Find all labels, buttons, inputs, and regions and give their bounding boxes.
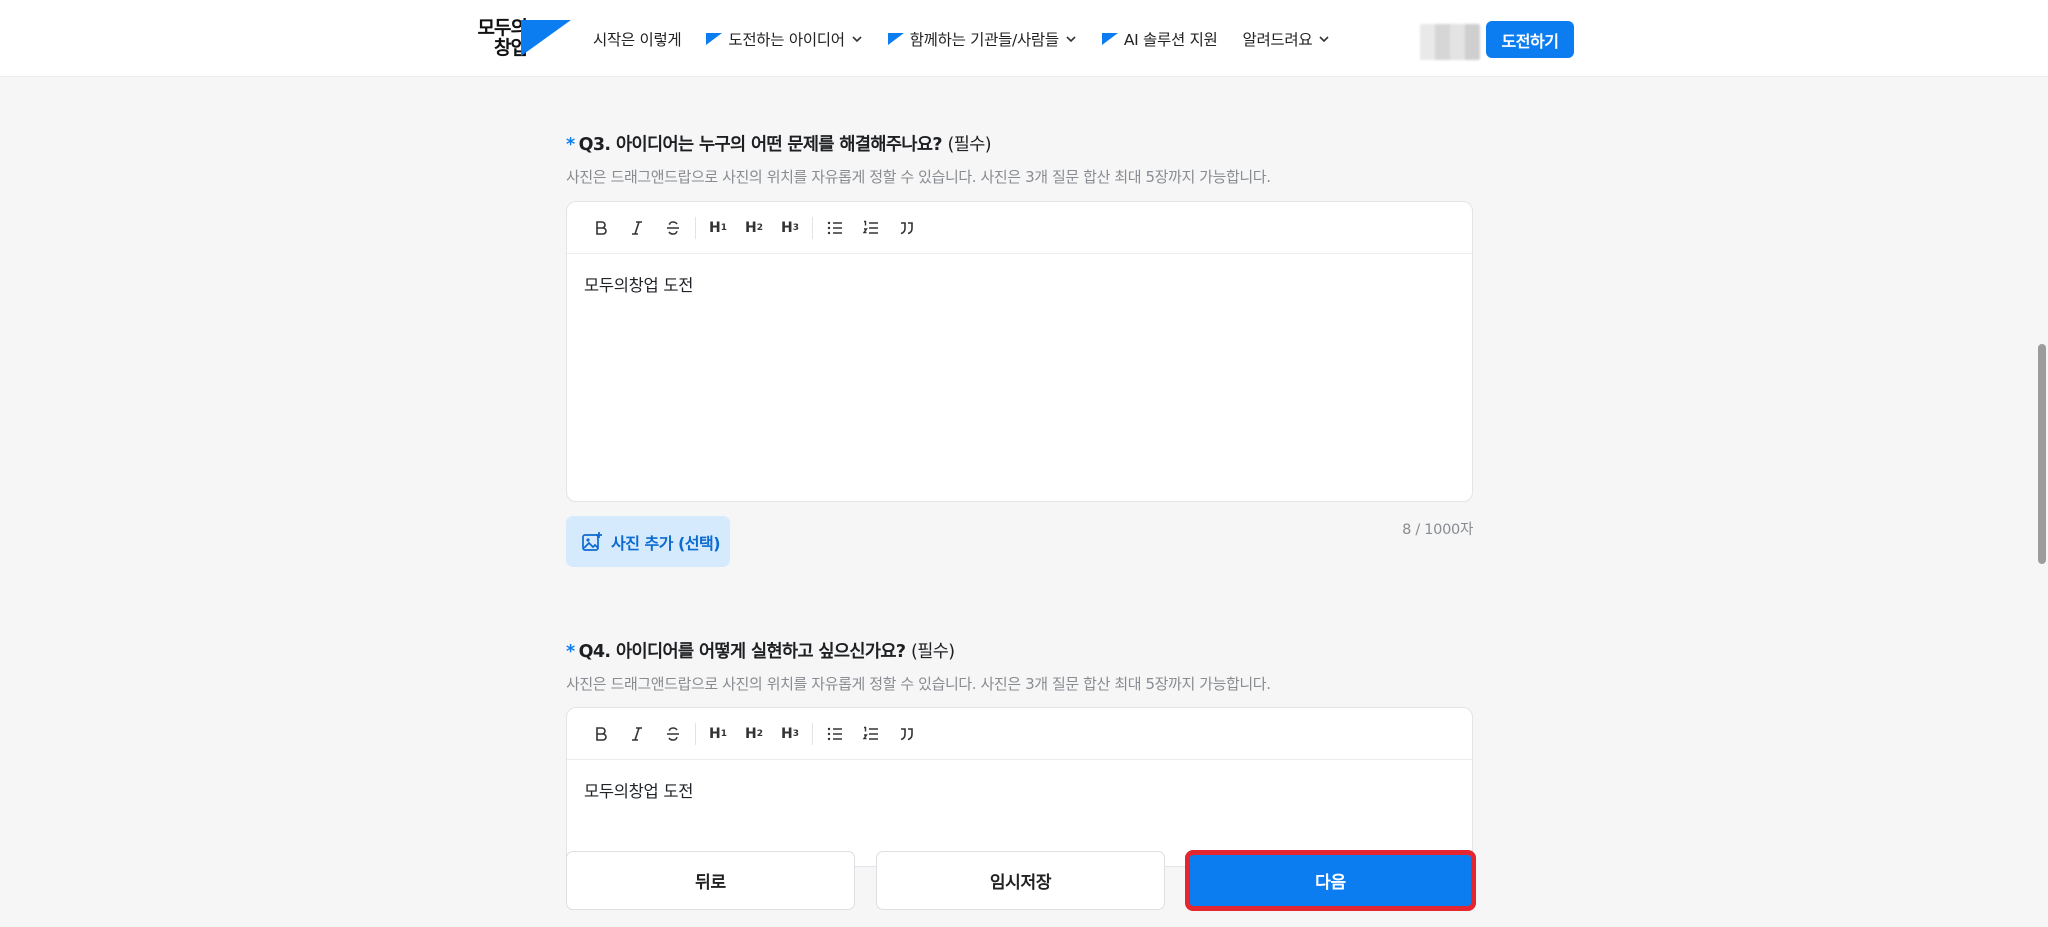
character-counter: 8 / 1000자 [1402, 522, 1473, 538]
ordered-list-icon[interactable] [853, 210, 889, 246]
heading1-icon[interactable]: H1 [700, 210, 736, 246]
nav-label: 알려드려요 [1242, 30, 1313, 49]
bullet-list-icon[interactable] [817, 716, 853, 752]
add-photo-button[interactable]: 사진 추가 (선택) [566, 516, 730, 567]
italic-icon[interactable] [619, 716, 655, 752]
logo-text: 모두의 창업 [477, 17, 528, 59]
toolbar-divider [812, 722, 813, 745]
chevron-down-icon [852, 35, 862, 42]
back-button[interactable]: 뒤로 [566, 851, 855, 910]
editor-toolbar: H1 H2 H3 [567, 202, 1472, 254]
flag-icon [1101, 32, 1118, 45]
heading2-icon[interactable]: H2 [736, 210, 772, 246]
nav-label: 시작은 이렇게 [593, 30, 682, 49]
q4-hint: 사진은 드래그앤드랍으로 사진의 위치를 자유롭게 정할 수 있습니다. 사진은… [566, 675, 1271, 693]
chevron-down-icon [1319, 35, 1329, 42]
top-header: 모두의 창업 시작은 이렇게 도전하는 아이디어 함께하는 기관들/사람들 AI… [0, 0, 2048, 77]
ordered-list-icon[interactable] [853, 716, 889, 752]
add-image-icon [582, 531, 602, 551]
nav-item-ideas[interactable]: 도전하는 아이디어 [706, 28, 862, 50]
nav-item-notices[interactable]: 알려드려요 [1243, 28, 1331, 50]
strikethrough-icon[interactable] [655, 210, 691, 246]
q3-title: * Q3. 아이디어는 누구의 어떤 문제를 해결해주나요? (필수) [566, 131, 992, 156]
italic-icon[interactable] [619, 210, 655, 246]
site-logo[interactable]: 모두의 창업 [463, 17, 571, 59]
flag-icon [887, 32, 904, 45]
bold-icon[interactable] [583, 716, 619, 752]
heading3-icon[interactable]: H3 [772, 716, 808, 752]
nav-label: AI 솔루션 지원 [1123, 30, 1218, 49]
heading1-icon[interactable]: H1 [700, 716, 736, 752]
nav-label: 함께하는 기관들/사람들 [909, 30, 1059, 49]
toolbar-divider [695, 722, 696, 745]
required-star: * [566, 135, 575, 155]
editor-toolbar: H1 H2 H3 [567, 708, 1472, 760]
q3-title-text: Q3. 아이디어는 누구의 어떤 문제를 해결해주나요? [578, 135, 943, 155]
challenge-button[interactable]: 도전하기 [1486, 21, 1574, 58]
q4-editor: H1 H2 H3 모두의창업 도전 [566, 707, 1473, 867]
toolbar-divider [812, 216, 813, 239]
bold-icon[interactable] [583, 210, 619, 246]
required-label: (필수) [947, 135, 991, 155]
next-button[interactable]: 다음 [1186, 851, 1475, 910]
q3-editor-content[interactable]: 모두의창업 도전 [567, 254, 1472, 314]
scrollbar-thumb[interactable] [2038, 344, 2046, 564]
heading3-icon[interactable]: H3 [772, 210, 808, 246]
main-nav: 시작은 이렇게 도전하는 아이디어 함께하는 기관들/사람들 AI 솔루션 지원… [593, 0, 1355, 77]
flag-icon [706, 32, 723, 45]
save-draft-button[interactable]: 임시저장 [876, 851, 1165, 910]
required-star: * [566, 642, 575, 662]
bullet-list-icon[interactable] [817, 210, 853, 246]
logo-flag-icon [521, 20, 571, 56]
q3-editor: H1 H2 H3 모두의창업 도전 [566, 201, 1473, 502]
page-scrollbar[interactable] [2034, 77, 2048, 927]
chevron-down-icon [1066, 35, 1076, 42]
quote-icon[interactable] [889, 716, 925, 752]
heading2-icon[interactable]: H2 [736, 716, 772, 752]
user-avatar[interactable] [1420, 24, 1480, 60]
nav-item-start[interactable]: 시작은 이렇게 [593, 28, 682, 50]
strikethrough-icon[interactable] [655, 716, 691, 752]
toolbar-divider [695, 216, 696, 239]
q4-editor-content[interactable]: 모두의창업 도전 [567, 760, 1472, 820]
q3-hint: 사진은 드래그앤드랍으로 사진의 위치를 자유롭게 정할 수 있습니다. 사진은… [566, 168, 1271, 186]
nav-item-partners[interactable]: 함께하는 기관들/사람들 [887, 28, 1077, 50]
required-label: (필수) [910, 642, 955, 662]
nav-item-ai-support[interactable]: AI 솔루션 지원 [1101, 28, 1218, 50]
add-photo-label: 사진 추가 (선택) [611, 533, 721, 553]
nav-label: 도전하는 아이디어 [728, 30, 845, 49]
quote-icon[interactable] [889, 210, 925, 246]
q4-title: * Q4. 아이디어를 어떻게 실현하고 싶으신가요? (필수) [566, 638, 955, 663]
q4-title-text: Q4. 아이디어를 어떻게 실현하고 싶으신가요? [578, 642, 907, 662]
